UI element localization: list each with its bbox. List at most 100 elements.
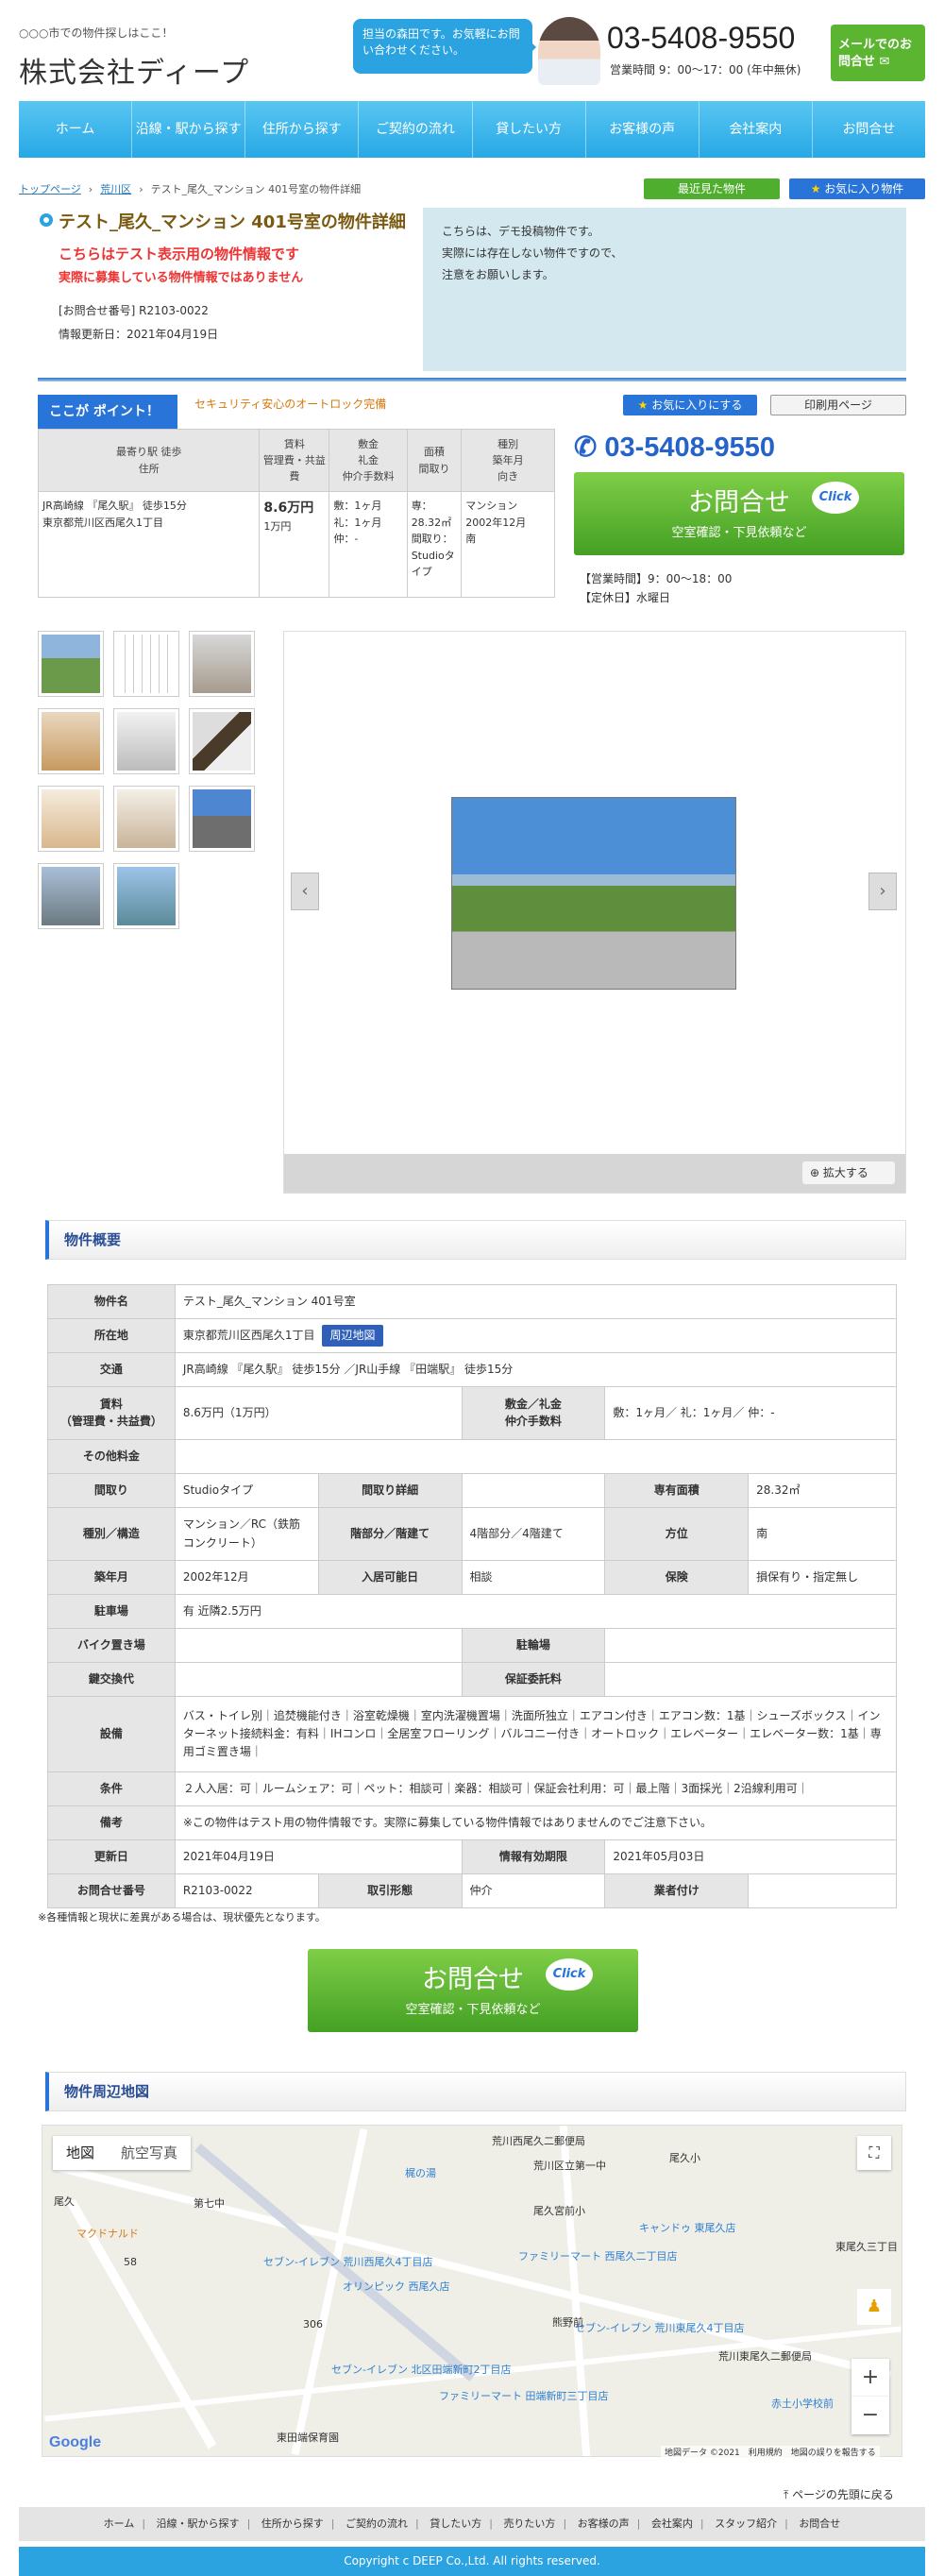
thumbnail[interactable]	[189, 708, 255, 774]
detail-location-cell: 東京都荒川区西尾久1丁目 周辺地図	[174, 1318, 898, 1353]
header-phone: 03-5408-9550	[607, 21, 796, 55]
map-heading: 物件周辺地図	[45, 2072, 906, 2111]
thumbnail[interactable]	[38, 631, 104, 697]
breadcrumb-ward[interactable]: 荒川区	[100, 183, 131, 195]
chevron-right-icon[interactable]: ›	[868, 873, 897, 910]
footer-link[interactable]: スタッフ紹介	[715, 2517, 777, 2530]
detail-bike	[174, 1628, 463, 1663]
map-label: 荒川区立第一中	[533, 2160, 606, 2172]
detail-label: 条件	[47, 1771, 176, 1806]
page-top-link[interactable]: ⤒ ページの先頭に戻る	[784, 2486, 894, 2502]
detail-deal-type: 仲介	[461, 1873, 606, 1908]
map-label: 梶の湯	[405, 2167, 436, 2179]
nav-company[interactable]: 会社案内	[700, 101, 813, 158]
nearby-map-link[interactable]: 周辺地図	[322, 1324, 383, 1347]
google-map[interactable]: 荒川西尾久二郵便局 尾久小 荒川区立第一中 尾久宮前小 キャンドゥ 東尾久店 セ…	[42, 2125, 902, 2457]
map-tab-map[interactable]: 地図	[53, 2136, 108, 2170]
footer-link[interactable]: お問合せ	[799, 2517, 840, 2530]
enlarge-button[interactable]: ⊕ 拡大する	[802, 1161, 895, 1184]
detail-note: ※この物件はテスト用の物件情報です。実際に募集している物件情報ではありませんので…	[174, 1805, 898, 1840]
thumbnail[interactable]	[189, 631, 255, 697]
summary-header-type: 種別 築年月 向き	[461, 429, 555, 492]
footer-link[interactable]: 住所から探す	[261, 2517, 324, 2530]
street-view-icon[interactable]: ♟	[857, 2289, 891, 2325]
property-detail-table: 物件名 テスト_尾久_マンション 401号室 所在地 東京都荒川区西尾久1丁目周…	[47, 1284, 898, 1908]
summary-header-area: 面積 間取り	[406, 429, 463, 492]
footer-link[interactable]: 会社案内	[651, 2517, 693, 2530]
nav-home[interactable]: ホーム	[19, 101, 133, 158]
breadcrumb-top[interactable]: トップページ	[19, 183, 81, 195]
detail-built: 2002年12月	[174, 1560, 319, 1595]
summary-type: マンション 2002年12月 南	[461, 491, 555, 598]
staff-message-bubble: 担当の森田です。お気軽にお問い合わせください。	[353, 19, 536, 74]
add-favorite-button[interactable]: ★ お気に入りにする	[623, 395, 757, 415]
map-attribution[interactable]: 地図データ ©2021 利用規約 地図の誤りを報告する	[661, 2446, 880, 2458]
detail-label: 築年月	[47, 1560, 176, 1595]
footer-link[interactable]: ご契約の流れ	[346, 2517, 408, 2530]
fullscreen-icon[interactable]: ⛶	[857, 2136, 891, 2170]
nav-contact[interactable]: お問合せ	[813, 101, 925, 158]
map-label: 東田端保育園	[277, 2432, 339, 2444]
detail-floor: 4階部分／4階建て	[461, 1507, 606, 1561]
detail-rent: 8.6万円（1万円）	[174, 1386, 463, 1440]
breadcrumb-separator: ›	[139, 183, 143, 195]
thumbnail[interactable]	[38, 708, 104, 774]
demo-notice-line: 注意をお願いします。	[442, 267, 554, 281]
thumbnail-image	[117, 635, 176, 693]
thumbnail[interactable]	[113, 708, 179, 774]
detail-traffic: JR高崎線 『尾久駅』 徒歩15分 ／JR山手線 『田端駅』 徒歩15分	[174, 1352, 898, 1387]
map-label: ファミリーマート 田端新町三丁目店	[439, 2390, 609, 2402]
summary-rent-sub: 1万円	[263, 520, 292, 534]
footer-link[interactable]: ホーム	[104, 2517, 135, 2530]
nav-contract-flow[interactable]: ご契約の流れ	[359, 101, 473, 158]
map-label: 尾久小	[669, 2152, 700, 2164]
mail-contact-label: メールでのお問合せ	[838, 38, 913, 69]
contact-cta-button[interactable]: お問合せ 空室確認・下見依頼など Click	[574, 472, 904, 555]
footer-link[interactable]: お客様の声	[578, 2517, 630, 2530]
nav-line-station[interactable]: 沿線・駅から探す	[132, 101, 246, 158]
recent-properties-button[interactable]: 最近見た物件	[644, 178, 780, 199]
click-badge: Click	[546, 1958, 593, 1991]
thumbnail[interactable]	[113, 863, 179, 929]
enlarge-label: 拡大する	[822, 1166, 868, 1179]
map-label: 306	[303, 2318, 323, 2330]
detail-layout-detail	[461, 1473, 606, 1508]
detail-label: 入居可能日	[317, 1560, 463, 1595]
thumbnail[interactable]	[189, 786, 255, 852]
map-tab-satellite[interactable]: 航空写真	[108, 2136, 191, 2170]
summary-address: 東京都荒川区西尾久1丁目	[42, 516, 163, 529]
plus-circle-icon: ⊕	[810, 1166, 820, 1179]
tagline: ○○○市での物件探しはここ！	[19, 26, 174, 40]
footer-link[interactable]: 売りたい方	[503, 2517, 555, 2530]
detail-label: 方位	[604, 1507, 750, 1561]
print-page-button[interactable]: 印刷用ページ	[770, 395, 906, 415]
nav-lend[interactable]: 貸したい方	[473, 101, 586, 158]
thumbnail[interactable]	[113, 631, 179, 697]
demo-notice-line: 実際には存在しない物件ですので、	[442, 246, 623, 260]
thumbnail[interactable]	[38, 863, 104, 929]
summary-station-cell: JR高崎線 『尾久駅』 徒歩15分 東京都荒川区西尾久1丁目	[37, 491, 261, 598]
click-badge: Click	[812, 482, 859, 514]
thumbnail[interactable]	[38, 786, 104, 852]
detail-label: バイク置き場	[47, 1628, 176, 1663]
detail-label: 種別／構造	[47, 1507, 176, 1561]
nav-voices[interactable]: お客様の声	[586, 101, 700, 158]
chevron-left-icon[interactable]: ‹	[291, 873, 319, 910]
detail-inquiry-no: R2103-0022	[174, 1873, 319, 1908]
thumbnail-image	[193, 712, 251, 771]
zoom-out-icon[interactable]: −	[851, 2397, 889, 2434]
summary-station: JR高崎線 『尾久駅』 徒歩15分	[42, 500, 187, 512]
footer-link[interactable]: 沿線・駅から探す	[157, 2517, 240, 2530]
zoom-in-icon[interactable]: +	[851, 2359, 889, 2397]
company-logo[interactable]: 株式会社ディープ	[19, 49, 249, 91]
footer-link[interactable]: 貸したい方	[430, 2517, 481, 2530]
mail-contact-button[interactable]: メールでのお問合せ ✉	[831, 25, 925, 81]
contact-cta-button-bottom[interactable]: お問合せ 空室確認・下見依頼など Click	[308, 1949, 638, 2032]
nav-address[interactable]: 住所から探す	[245, 101, 360, 158]
page-title: テスト_尾久_マンション 401号室の物件詳細	[59, 212, 406, 232]
thumbnail[interactable]	[113, 786, 179, 852]
map-label: 東尾久三丁目	[835, 2241, 898, 2253]
favorite-properties-button[interactable]: ★ お気に入り物件	[789, 178, 925, 199]
detail-label: 交通	[47, 1352, 176, 1387]
star-icon: ★	[637, 398, 649, 412]
